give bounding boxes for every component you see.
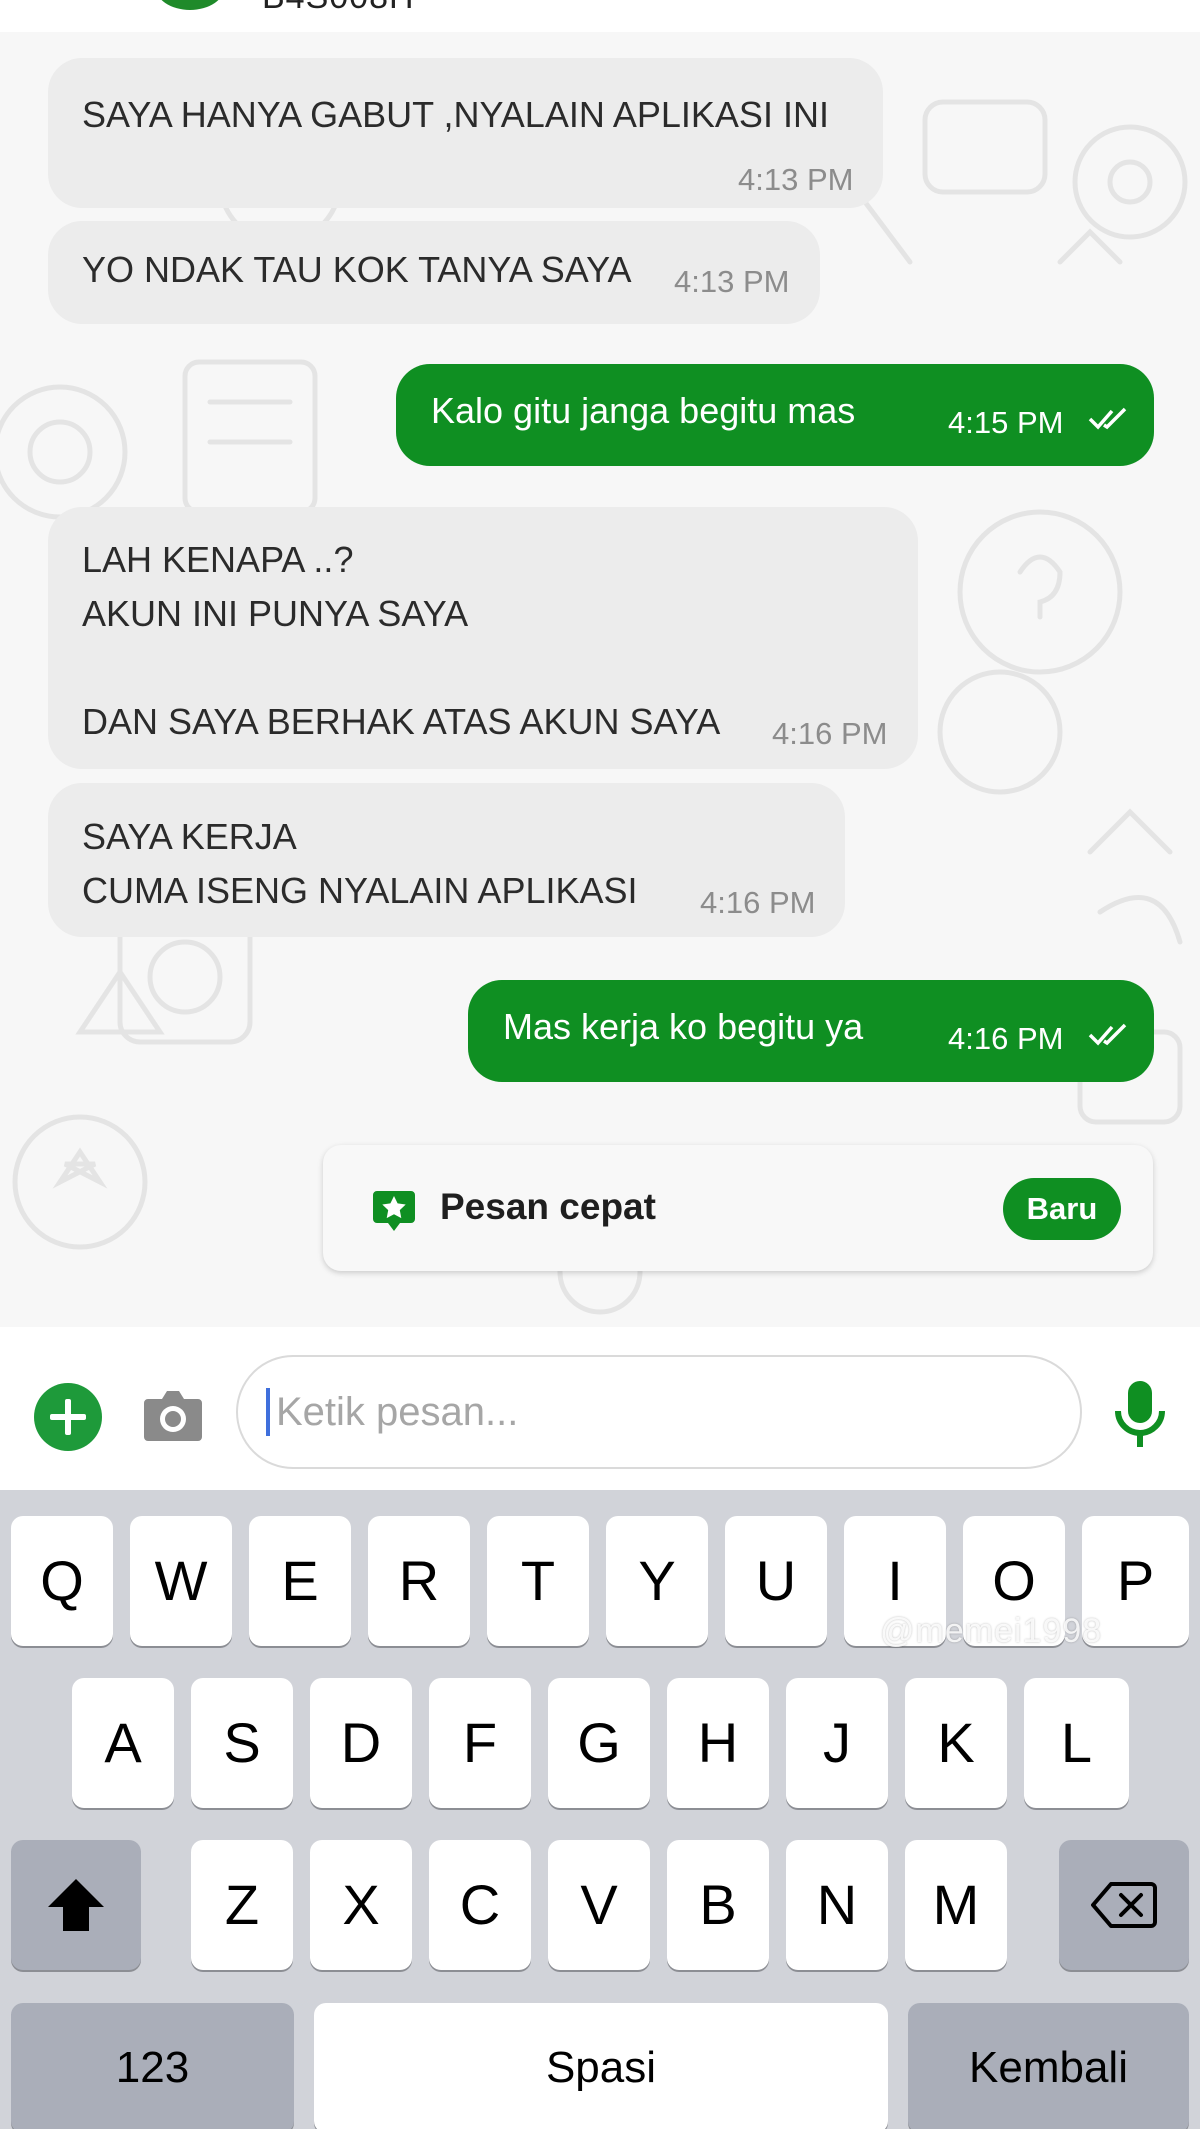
message-incoming[interactable]: YO NDAK TAU KOK TANYA SAYA 4:13 PM bbox=[48, 221, 820, 324]
message-text: SAYA KERJA CUMA ISENG NYALAIN APLIKASI bbox=[82, 816, 638, 911]
key-x[interactable]: X bbox=[310, 1840, 412, 1970]
contact-name[interactable]: B4S008H bbox=[262, 0, 415, 17]
message-time: 4:16 PM bbox=[948, 1021, 1064, 1056]
chat-header: B4S008H bbox=[0, 0, 1200, 32]
message-incoming[interactable]: LAH KENAPA ..? AKUN INI PUNYA SAYA DAN S… bbox=[48, 507, 918, 769]
message-text: YO NDAK TAU KOK TANYA SAYA bbox=[82, 249, 632, 290]
key-e[interactable]: E bbox=[249, 1516, 351, 1646]
chat-area[interactable]: SAYA HANYA GABUT ,NYALAIN APLIKASI INI 4… bbox=[0, 32, 1200, 1327]
backspace-icon bbox=[1091, 1882, 1157, 1928]
watermark: @memei1998 bbox=[880, 1612, 1103, 1650]
quick-reply-label: Pesan cepat bbox=[440, 1186, 656, 1227]
shift-key[interactable] bbox=[11, 1840, 141, 1970]
message-text: LAH KENAPA ..? AKUN INI PUNYA SAYA DAN S… bbox=[82, 539, 721, 742]
key-l[interactable]: L bbox=[1024, 1678, 1129, 1808]
read-receipt-icon bbox=[1088, 1023, 1127, 1046]
key-m[interactable]: M bbox=[905, 1840, 1007, 1970]
message-outgoing[interactable]: Mas kerja ko begitu ya 4:16 PM bbox=[468, 980, 1154, 1082]
key-y[interactable]: Y bbox=[606, 1516, 708, 1646]
key-d[interactable]: D bbox=[310, 1678, 412, 1808]
read-receipt-icon bbox=[1088, 407, 1127, 430]
key-b[interactable]: B bbox=[667, 1840, 769, 1970]
key-u[interactable]: U bbox=[725, 1516, 827, 1646]
composer-bar bbox=[0, 1327, 1200, 1490]
key-s[interactable]: S bbox=[191, 1678, 293, 1808]
key-g[interactable]: G bbox=[548, 1678, 650, 1808]
key-h[interactable]: H bbox=[667, 1678, 769, 1808]
key-n[interactable]: N bbox=[786, 1840, 888, 1970]
message-time: 4:16 PM bbox=[772, 716, 888, 751]
key-t[interactable]: T bbox=[487, 1516, 589, 1646]
backspace-key[interactable] bbox=[1059, 1840, 1189, 1970]
message-text: SAYA HANYA GABUT ,NYALAIN APLIKASI INI bbox=[82, 94, 829, 135]
message-text: Kalo gitu janga begitu mas bbox=[431, 390, 856, 431]
shift-arrow-icon bbox=[48, 1879, 104, 1931]
key-v[interactable]: V bbox=[548, 1840, 650, 1970]
message-incoming[interactable]: SAYA KERJA CUMA ISENG NYALAIN APLIKASI 4… bbox=[48, 783, 845, 937]
key-j[interactable]: J bbox=[786, 1678, 888, 1808]
microphone-icon[interactable] bbox=[1112, 1379, 1168, 1451]
key-w[interactable]: W bbox=[130, 1516, 232, 1646]
key-k[interactable]: K bbox=[905, 1678, 1007, 1808]
key-z[interactable]: Z bbox=[191, 1840, 293, 1970]
message-time: 4:16 PM bbox=[700, 885, 816, 920]
message-input[interactable] bbox=[236, 1355, 1082, 1469]
key-q[interactable]: Q bbox=[11, 1516, 113, 1646]
key-f[interactable]: F bbox=[429, 1678, 531, 1808]
message-time: 4:13 PM bbox=[674, 264, 790, 299]
text-caret bbox=[266, 1388, 270, 1436]
camera-icon[interactable] bbox=[142, 1387, 204, 1443]
star-chat-icon bbox=[373, 1191, 415, 1231]
message-incoming[interactable]: SAYA HANYA GABUT ,NYALAIN APLIKASI INI 4… bbox=[48, 58, 883, 208]
keyboard: Q W E R T Y U I O P A S D F G H J K L Z … bbox=[0, 1490, 1200, 2129]
space-key[interactable]: Spasi bbox=[314, 2003, 888, 2129]
contact-avatar[interactable] bbox=[155, 0, 225, 10]
message-time: 4:15 PM bbox=[948, 405, 1064, 440]
key-r[interactable]: R bbox=[368, 1516, 470, 1646]
new-badge[interactable]: Baru bbox=[1003, 1178, 1121, 1240]
message-time: 4:13 PM bbox=[738, 162, 854, 197]
numbers-key[interactable]: 123 bbox=[11, 2003, 294, 2129]
key-c[interactable]: C bbox=[429, 1840, 531, 1970]
message-outgoing[interactable]: Kalo gitu janga begitu mas 4:15 PM bbox=[396, 364, 1154, 466]
key-a[interactable]: A bbox=[72, 1678, 174, 1808]
plus-circle-icon[interactable] bbox=[34, 1383, 102, 1451]
quick-reply-card[interactable]: Pesan cepat Baru bbox=[323, 1145, 1153, 1271]
return-key[interactable]: Kembali bbox=[908, 2003, 1189, 2129]
message-text: Mas kerja ko begitu ya bbox=[503, 1006, 864, 1047]
